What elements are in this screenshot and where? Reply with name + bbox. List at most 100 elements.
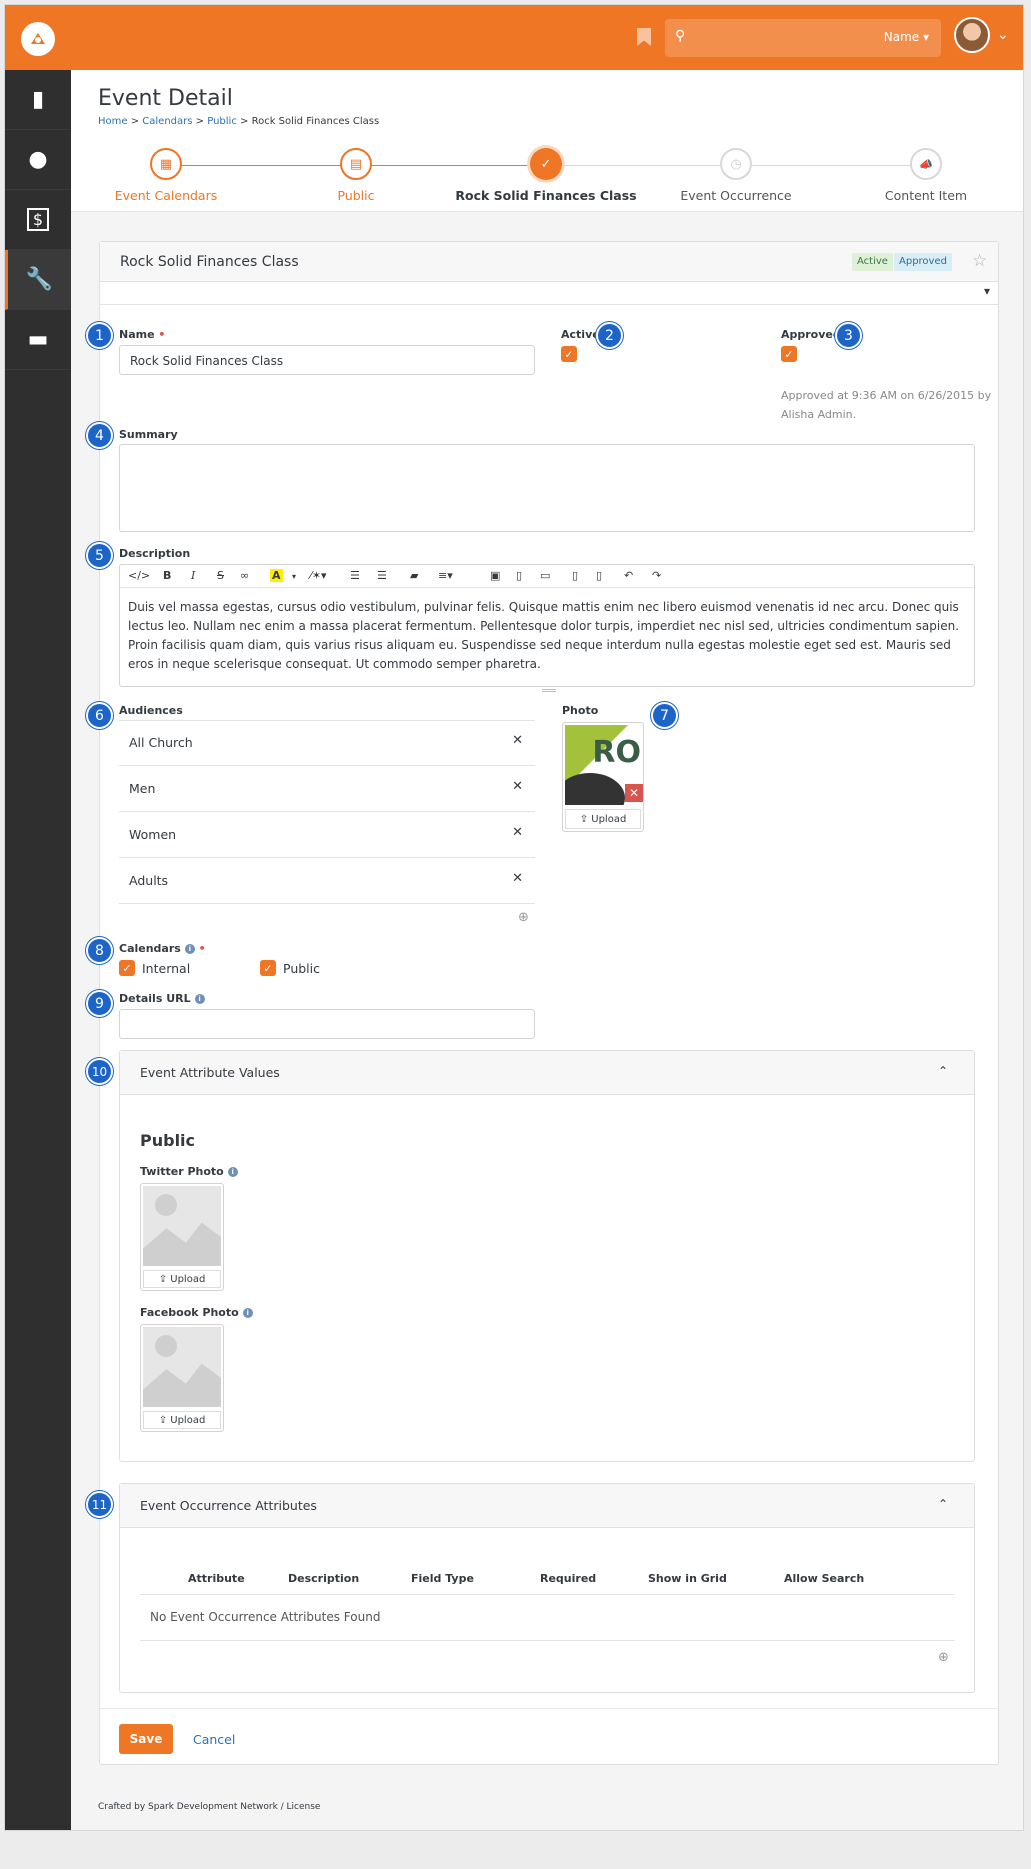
chevron-up-icon[interactable]: ⌃ bbox=[938, 1497, 948, 1511]
clock-icon: ◷ bbox=[720, 148, 752, 180]
link-icon[interactable]: ∞ bbox=[240, 569, 249, 582]
avatar[interactable] bbox=[954, 17, 990, 53]
sidebar-item-finance[interactable]: $ bbox=[5, 190, 71, 250]
breadcrumb-public[interactable]: Public bbox=[207, 116, 237, 127]
save-button[interactable]: Save bbox=[119, 1724, 173, 1754]
photo-uploader[interactable]: RO ✕ ⇪ Upload bbox=[562, 722, 644, 832]
calendars-label: Calendars i • bbox=[119, 942, 206, 955]
twitter-photo-label: Twitter Photo i bbox=[140, 1165, 238, 1178]
code-view-icon[interactable]: </> bbox=[128, 569, 150, 582]
upload-button[interactable]: ⇪ Upload bbox=[143, 1411, 221, 1429]
panel-header[interactable]: Event Attribute Values ⌃ bbox=[120, 1051, 974, 1095]
search-icon: ⚲ bbox=[675, 28, 686, 44]
clipboard-icon[interactable]: ▯ bbox=[572, 569, 578, 582]
column-header[interactable]: Description bbox=[288, 1572, 359, 1585]
top-bar: ⚲ Name ▾ ⌄ bbox=[5, 5, 1023, 70]
calendar-icon: ▤ bbox=[340, 148, 372, 180]
strikethrough-icon[interactable]: S bbox=[217, 569, 224, 582]
sidebar-item-admin-tools[interactable]: 🔧 bbox=[5, 250, 71, 310]
summary-field[interactable] bbox=[119, 444, 975, 532]
eraser-icon[interactable]: ▰ bbox=[410, 569, 418, 582]
column-header[interactable]: Field Type bbox=[411, 1572, 474, 1585]
highlight-dropdown-icon[interactable]: ▾ bbox=[292, 572, 296, 581]
document-icon[interactable]: ▯ bbox=[516, 569, 522, 582]
undo-icon[interactable]: ↶ bbox=[624, 569, 633, 582]
approved-label: Approved bbox=[781, 328, 841, 341]
breadcrumb-home[interactable]: Home bbox=[98, 116, 128, 127]
breadcrumb-calendars[interactable]: Calendars bbox=[142, 116, 192, 127]
column-header[interactable]: Attribute bbox=[188, 1572, 245, 1585]
info-icon: i bbox=[184, 944, 195, 954]
status-badge-approved: Approved bbox=[894, 253, 952, 271]
column-header[interactable]: Show in Grid bbox=[648, 1572, 727, 1585]
delete-photo-icon[interactable]: ✕ bbox=[625, 784, 643, 802]
callout-marker: 8 bbox=[86, 937, 113, 964]
callout-marker: 5 bbox=[86, 542, 113, 569]
remove-icon[interactable]: ✕ bbox=[512, 733, 523, 748]
sidebar-item-work[interactable]: ▬ bbox=[5, 310, 71, 370]
search-type-dropdown[interactable]: Name ▾ bbox=[884, 30, 929, 44]
upload-button[interactable]: ⇪ Upload bbox=[565, 809, 641, 829]
active-checkbox[interactable]: ✓ bbox=[561, 346, 577, 362]
bold-icon[interactable]: B bbox=[163, 569, 171, 582]
calendar-check-icon: ✓ bbox=[530, 148, 562, 180]
paste-text-icon[interactable]: ▯ bbox=[596, 569, 602, 582]
calendar-public-label: Public bbox=[283, 961, 320, 976]
callout-marker: 11 bbox=[86, 1491, 113, 1518]
details-url-label: Details URL i bbox=[119, 992, 205, 1005]
image-icon[interactable]: ▣ bbox=[490, 569, 500, 582]
twitter-photo-uploader[interactable]: ⇪ Upload bbox=[140, 1183, 224, 1291]
callout-marker: 10 bbox=[86, 1058, 113, 1085]
rock-logo-icon[interactable] bbox=[21, 22, 55, 56]
step-public[interactable]: ▤ Public bbox=[261, 148, 451, 203]
chevron-down-icon[interactable]: ⌄ bbox=[997, 27, 1009, 43]
unordered-list-icon[interactable]: ☰ bbox=[377, 569, 387, 582]
folder-icon[interactable]: ▭ bbox=[540, 569, 550, 582]
chevron-up-icon[interactable]: ⌃ bbox=[938, 1064, 948, 1078]
callout-marker: 3 bbox=[835, 322, 862, 349]
page-header: Event Detail Home > Calendars > Public >… bbox=[71, 70, 1023, 212]
name-field[interactable]: Rock Solid Finances Class bbox=[119, 345, 535, 375]
facebook-photo-uploader[interactable]: ⇪ Upload bbox=[140, 1324, 224, 1432]
column-header[interactable]: Allow Search bbox=[784, 1572, 864, 1585]
redo-icon[interactable]: ↷ bbox=[652, 569, 661, 582]
calendar-internal-checkbox[interactable]: ✓ bbox=[119, 960, 135, 976]
add-audience-icon[interactable]: ⊕ bbox=[518, 910, 529, 925]
remove-icon[interactable]: ✕ bbox=[512, 825, 523, 840]
editor-toolbar: </> B I S ∞ A ▾ ⁄✶▾ ☰ ☰ ▰ ≡▾ ▣ ▯ ▭ ▯ ▯ ↶… bbox=[120, 565, 974, 588]
column-header[interactable]: Required bbox=[540, 1572, 596, 1585]
resize-grip[interactable] bbox=[542, 689, 556, 692]
status-badge-active: Active bbox=[852, 253, 893, 271]
details-url-field[interactable] bbox=[119, 1009, 535, 1039]
calendar-public-checkbox[interactable]: ✓ bbox=[260, 960, 276, 976]
sidebar-item-book[interactable]: ▮ bbox=[5, 70, 71, 130]
star-icon[interactable]: ☆ bbox=[972, 251, 987, 271]
approved-checkbox[interactable]: ✓ bbox=[781, 346, 797, 362]
callout-marker: 1 bbox=[86, 322, 113, 349]
chevron-down-icon[interactable]: ▾ bbox=[984, 284, 990, 298]
description-editor[interactable]: </> B I S ∞ A ▾ ⁄✶▾ ☰ ☰ ▰ ≡▾ ▣ ▯ ▭ ▯ ▯ ↶… bbox=[119, 564, 975, 687]
panel-header[interactable]: Event Occurrence Attributes ⌃ bbox=[120, 1484, 974, 1528]
ordered-list-icon[interactable]: ☰ bbox=[350, 569, 360, 582]
description-text[interactable]: Duis vel massa egestas, cursus odio vest… bbox=[120, 588, 974, 684]
event-detail-card: Rock Solid Finances Class Active Approve… bbox=[86, 241, 999, 1765]
italic-icon[interactable]: I bbox=[191, 569, 195, 582]
magic-wand-icon[interactable]: ⁄✶▾ bbox=[310, 569, 327, 582]
highlight-icon[interactable]: A bbox=[270, 569, 283, 582]
sidebar-item-people[interactable]: ● bbox=[5, 130, 71, 190]
event-occurrence-attributes-panel: Event Occurrence Attributes ⌃ Attribute … bbox=[119, 1483, 975, 1693]
align-icon[interactable]: ≡▾ bbox=[438, 569, 453, 582]
upload-button[interactable]: ⇪ Upload bbox=[143, 1270, 221, 1288]
step-content-item: 📣 Content Item bbox=[831, 148, 1021, 203]
callout-marker: 9 bbox=[86, 990, 113, 1017]
add-attribute-icon[interactable]: ⊕ bbox=[938, 1650, 949, 1665]
remove-icon[interactable]: ✕ bbox=[512, 779, 523, 794]
step-event-calendars[interactable]: ▦ Event Calendars bbox=[71, 148, 261, 203]
search-box[interactable]: ⚲ Name ▾ bbox=[665, 19, 941, 57]
approved-note: Approved at 9:36 AM on 6/26/2015 by Alis… bbox=[781, 389, 992, 421]
bookmark-icon[interactable] bbox=[637, 28, 651, 46]
megaphone-icon: 📣 bbox=[910, 148, 942, 180]
remove-icon[interactable]: ✕ bbox=[512, 871, 523, 886]
cancel-button[interactable]: Cancel bbox=[193, 1732, 235, 1747]
section-heading: Public bbox=[140, 1131, 196, 1150]
